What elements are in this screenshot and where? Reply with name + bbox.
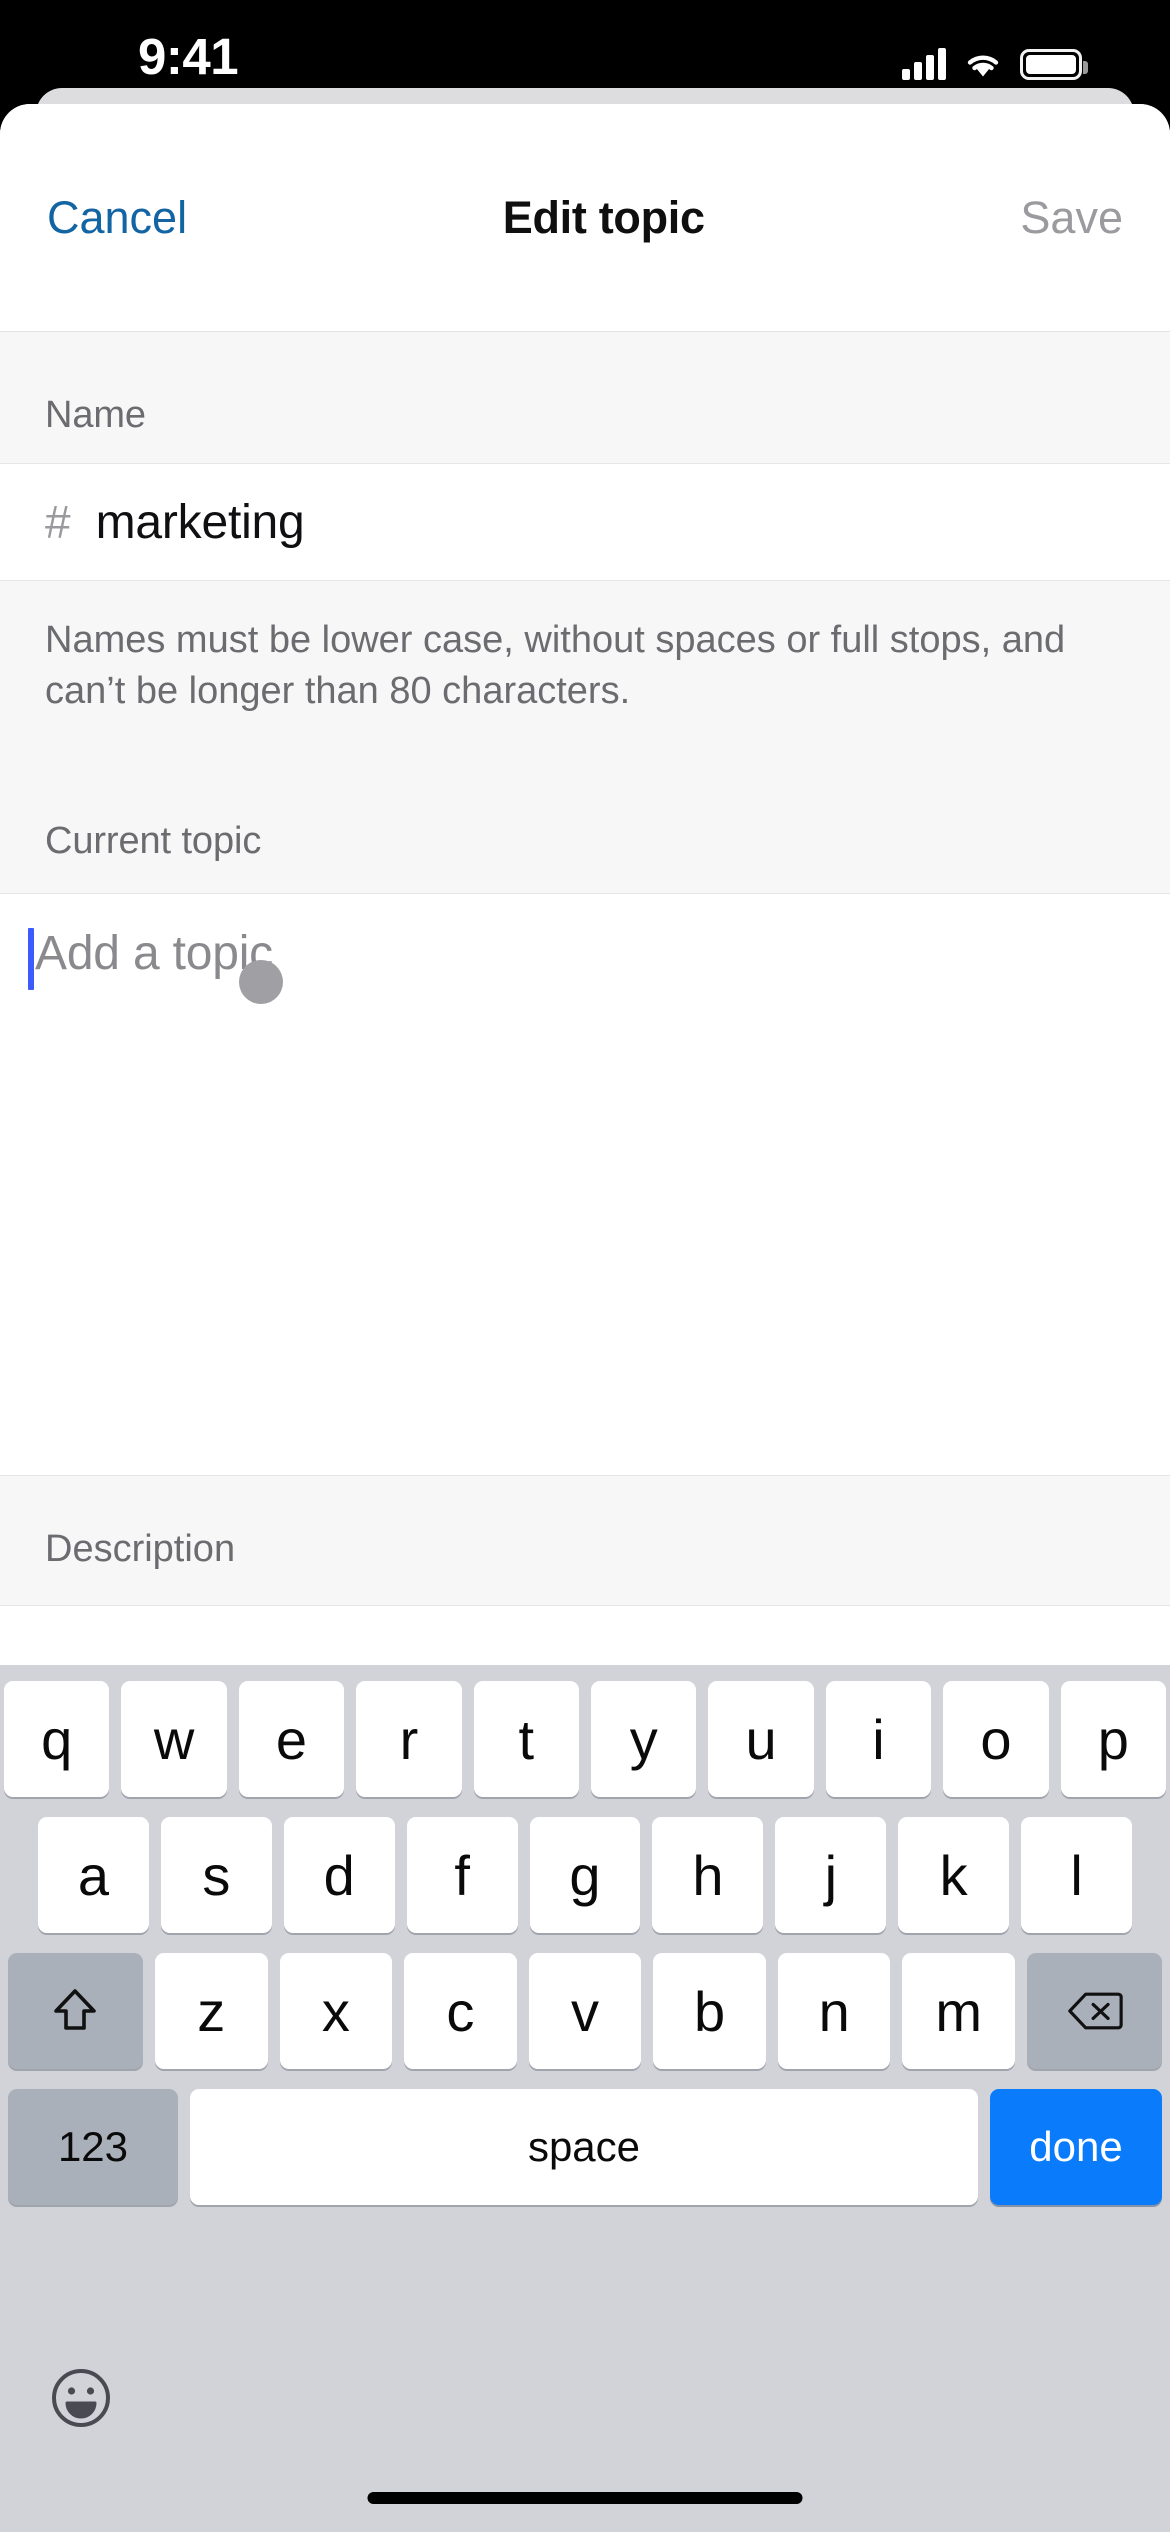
- keyboard-emoji-row: [0, 2348, 1170, 2448]
- key-h[interactable]: h: [652, 1817, 764, 1933]
- key-g[interactable]: g: [529, 1817, 641, 1933]
- key-d[interactable]: d: [283, 1817, 395, 1933]
- description-field[interactable]: [0, 1605, 1170, 1642]
- keyboard-row-3: z x c v b n m: [0, 1933, 1170, 2069]
- space-key[interactable]: space: [190, 2089, 978, 2205]
- on-screen-keyboard: q w e r t y u i o p a s d f g h j k l z …: [0, 1665, 1170, 2532]
- key-q[interactable]: q: [3, 1681, 110, 1797]
- topic-emoji-placeholder-icon[interactable]: [239, 959, 283, 1004]
- key-a[interactable]: a: [38, 1817, 149, 1933]
- key-l[interactable]: l: [1021, 1817, 1133, 1933]
- shift-arrow-icon: [54, 1989, 97, 2030]
- page-title: Edit topic: [502, 191, 705, 243]
- key-c[interactable]: c: [404, 1953, 517, 2069]
- status-bar-indicators: [902, 40, 1088, 80]
- key-v[interactable]: v: [528, 1953, 642, 2069]
- hash-icon: #: [45, 496, 71, 548]
- key-y[interactable]: y: [591, 1681, 697, 1797]
- key-o[interactable]: o: [943, 1681, 1049, 1797]
- description-section-header: Description: [0, 1475, 1170, 1606]
- keyboard-row-2: a s d f g h j k l: [0, 1797, 1170, 1933]
- channel-name-field[interactable]: # marketing: [0, 463, 1170, 581]
- key-m[interactable]: m: [902, 1953, 1016, 2069]
- wifi-icon: [963, 50, 1003, 80]
- key-t[interactable]: t: [473, 1681, 579, 1797]
- key-e[interactable]: e: [238, 1681, 345, 1797]
- text-cursor-caret: [28, 927, 34, 990]
- navigation-bar: Cancel Edit topic Save: [0, 104, 1170, 332]
- name-helper-text: Names must be lower case, without spaces…: [0, 581, 1170, 762]
- key-w[interactable]: w: [121, 1681, 227, 1797]
- channel-name-value: marketing: [95, 495, 305, 549]
- key-b[interactable]: b: [653, 1953, 766, 2069]
- key-p[interactable]: p: [1060, 1681, 1167, 1797]
- backspace-key[interactable]: [1027, 1953, 1163, 2069]
- keyboard-row-4: 123 space done: [0, 2069, 1170, 2205]
- cellular-signal-icon: [902, 48, 946, 80]
- key-s[interactable]: s: [160, 1817, 272, 1933]
- key-n[interactable]: n: [777, 1953, 891, 2069]
- key-k[interactable]: k: [898, 1817, 1010, 1933]
- backspace-delete-icon: [1067, 1992, 1123, 2030]
- key-r[interactable]: r: [356, 1681, 462, 1797]
- key-j[interactable]: j: [775, 1817, 887, 1933]
- name-section-header: Name: [0, 332, 1170, 463]
- phone-screen: 9:41 Cancel Edit topic Save Name # marke…: [0, 0, 1170, 2532]
- battery-icon: [1020, 49, 1088, 80]
- shift-key[interactable]: [7, 1953, 143, 2069]
- current-topic-section-header: Current topic: [0, 761, 1170, 893]
- key-f[interactable]: f: [406, 1817, 518, 1933]
- topic-placeholder: Add a topic: [35, 926, 273, 980]
- key-i[interactable]: i: [825, 1681, 932, 1797]
- keyboard-row-1: q w e r t y u i o p: [0, 1665, 1170, 1797]
- save-button[interactable]: Save: [1020, 195, 1123, 240]
- key-x[interactable]: x: [279, 1953, 393, 2069]
- cancel-button[interactable]: Cancel: [47, 195, 187, 240]
- home-indicator: [367, 2492, 803, 2504]
- key-u[interactable]: u: [708, 1681, 814, 1797]
- topic-input[interactable]: Add a topic: [0, 892, 1170, 1476]
- key-z[interactable]: z: [154, 1953, 268, 2069]
- emoji-smiley-icon[interactable]: [50, 2367, 112, 2429]
- status-bar-clock: 9:41: [138, 28, 239, 85]
- done-key[interactable]: done: [990, 2089, 1162, 2205]
- numbers-key[interactable]: 123: [8, 2089, 178, 2205]
